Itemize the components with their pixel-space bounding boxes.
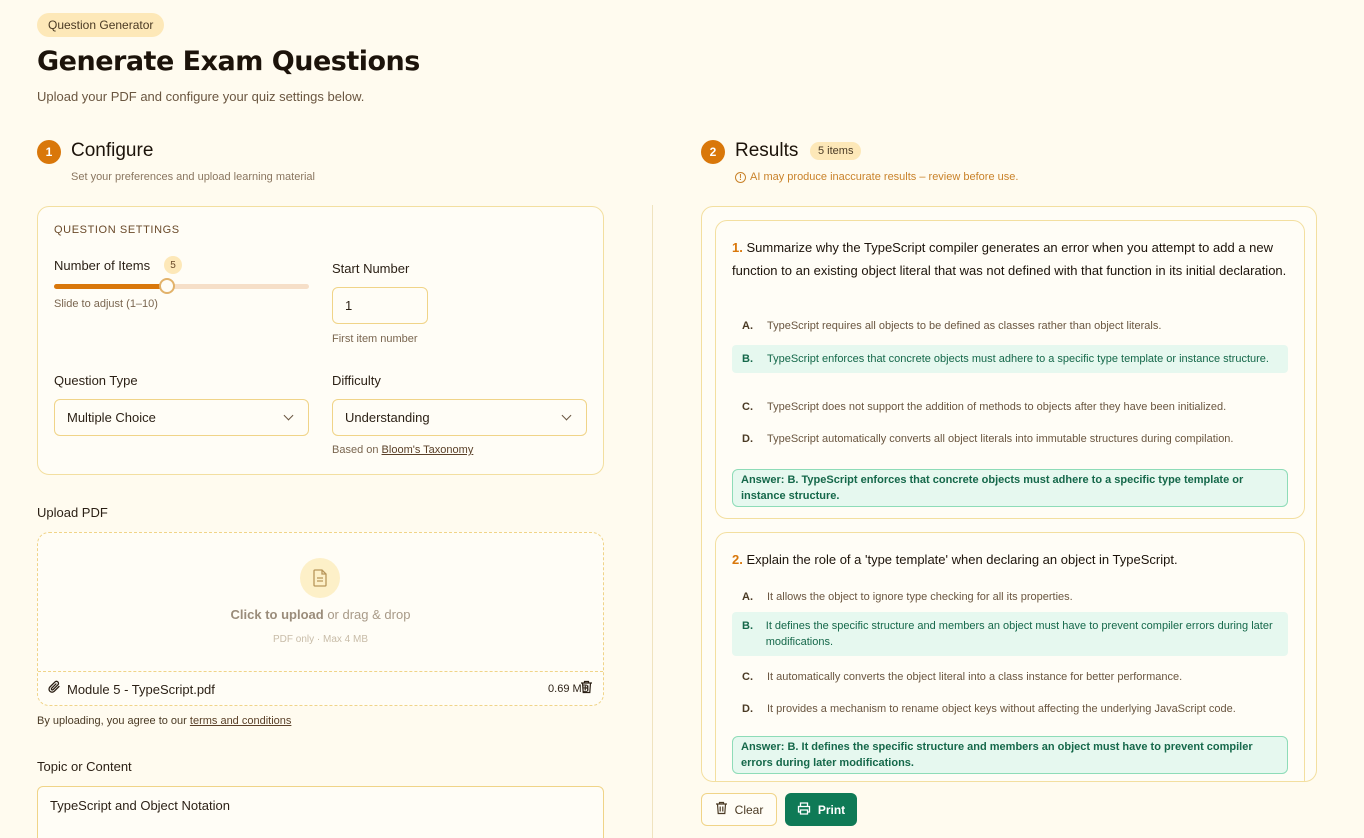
slider-fill: [54, 284, 168, 289]
question-number: 1.: [732, 240, 743, 255]
trash-icon: [715, 801, 728, 818]
ai-warning-text: AI may produce inaccurate results – revi…: [750, 171, 1019, 183]
question-type-label: Question Type: [54, 373, 138, 388]
upload-instructions[interactable]: Click to upload or drag & drop: [38, 607, 603, 622]
start-number-label: Start Number: [332, 261, 410, 276]
clear-label: Clear: [734, 802, 764, 817]
configure-subtitle: Set your preferences and upload learning…: [71, 171, 315, 183]
answer-box: Answer: B. It defines the specific struc…: [732, 736, 1288, 774]
start-number-hint: First item number: [332, 333, 418, 345]
option-text: It defines the specific structure and me…: [765, 620, 1273, 648]
difficulty-label: Difficulty: [332, 373, 381, 388]
option-letter: D.: [742, 433, 753, 445]
option-text: It allows the object to ignore type chec…: [767, 591, 1073, 603]
info-icon: !: [735, 171, 746, 183]
results-count-badge: 5 items: [810, 142, 862, 160]
question-number: 2.: [732, 552, 743, 567]
difficulty-hint: Based on Bloom's Taxonomy: [332, 444, 473, 456]
slider-hint: Slide to adjust (1–10): [54, 298, 158, 310]
click-to-upload-text: Click to upload: [230, 607, 324, 622]
uploaded-file-name: Module 5 - TypeScript.pdf: [67, 681, 215, 697]
page-title: Generate Exam Questions: [37, 46, 420, 77]
slider-thumb[interactable]: [159, 278, 176, 294]
option-a: A. It allows the object to ignore type c…: [732, 583, 1288, 611]
question-settings-card: QUESTION SETTINGS Number of Items 5 Slid…: [37, 206, 604, 475]
question-text: 2. Explain the role of a 'type template'…: [732, 548, 1287, 571]
number-of-items-badge: 5: [164, 256, 182, 274]
step-1-badge: 1: [37, 140, 61, 164]
page-subtitle: Upload your PDF and configure your quiz …: [37, 89, 365, 104]
option-letter: D.: [742, 703, 753, 715]
upload-limits: PDF only · Max 4 MB: [272, 634, 369, 645]
terms-prefix: By uploading, you agree to our: [37, 715, 190, 727]
difficulty-value: Understanding: [345, 410, 430, 425]
question-type-value: Multiple Choice: [67, 410, 156, 425]
question-card: 1. Summarize why the TypeScript compiler…: [715, 220, 1305, 519]
print-label: Print: [817, 802, 846, 817]
question-type-select[interactable]: Multiple Choice: [54, 399, 309, 436]
drag-drop-text: or drag & drop: [323, 607, 411, 622]
difficulty-hint-prefix: Based on: [332, 444, 382, 456]
option-text: TypeScript does not support the addition…: [767, 401, 1227, 413]
trash-icon[interactable]: [580, 680, 593, 699]
terms-notice: By uploading, you agree to our terms and…: [37, 715, 291, 727]
option-c: C. It automatically converts the object …: [732, 663, 1288, 691]
question-body: Summarize why the TypeScript compiler ge…: [732, 240, 1287, 278]
question-body: Explain the role of a 'type template' wh…: [746, 552, 1178, 567]
option-text: It provides a mechanism to rename object…: [767, 703, 1236, 715]
option-d: D. It provides a mechanism to rename obj…: [732, 695, 1288, 723]
results-title: Results: [735, 140, 799, 161]
answer-box: Answer: B. TypeScript enforces that conc…: [732, 469, 1288, 507]
column-divider: [652, 205, 653, 838]
option-text: TypeScript enforces that concrete object…: [767, 353, 1269, 365]
terms-link[interactable]: terms and conditions: [190, 715, 292, 727]
topic-textarea[interactable]: TypeScript and Object Notation: [37, 786, 604, 838]
ai-warning: ! AI may produce inaccurate results – re…: [735, 171, 1018, 183]
option-letter: A.: [742, 320, 753, 332]
topic-label: Topic or Content: [37, 759, 132, 774]
option-letter: C.: [742, 401, 753, 413]
printer-icon: [797, 801, 811, 818]
option-c: C. TypeScript does not support the addit…: [732, 393, 1288, 421]
settings-section-label: QUESTION SETTINGS: [54, 224, 180, 236]
upload-pdf-label: Upload PDF: [37, 505, 108, 520]
number-of-items-label: Number of Items: [54, 258, 151, 273]
option-text: It automatically converts the object lit…: [767, 671, 1183, 683]
option-letter: B.: [742, 353, 753, 365]
option-b-correct: B. It defines the specific structure and…: [732, 612, 1288, 656]
difficulty-select[interactable]: Understanding: [332, 399, 587, 436]
question-card: 2. Explain the role of a 'type template'…: [715, 532, 1305, 781]
step-2-badge: 2: [701, 140, 725, 164]
paperclip-icon: [48, 680, 61, 699]
file-icon: [300, 558, 340, 598]
option-letter: A.: [742, 591, 753, 603]
results-panel[interactable]: 1. Summarize why the TypeScript compiler…: [701, 206, 1317, 782]
chevron-down-icon: [561, 410, 572, 421]
option-a: A. TypeScript requires all objects to be…: [732, 312, 1288, 340]
chevron-down-icon: [283, 410, 294, 421]
option-letter: C.: [742, 671, 753, 683]
blooms-taxonomy-link[interactable]: Bloom's Taxonomy: [382, 444, 474, 456]
print-button[interactable]: Print: [785, 793, 857, 826]
start-number-input[interactable]: 1: [332, 287, 428, 324]
question-text: 1. Summarize why the TypeScript compiler…: [732, 236, 1287, 282]
option-d: D. TypeScript automatically converts all…: [732, 425, 1288, 453]
option-text: TypeScript automatically converts all ob…: [767, 433, 1234, 445]
option-letter: B.: [742, 620, 753, 632]
option-text: TypeScript requires all objects to be de…: [767, 320, 1162, 332]
uploaded-file-row: Module 5 - TypeScript.pdf 0.69 MB: [38, 671, 603, 706]
pdf-dropzone[interactable]: Click to upload or drag & drop PDF only …: [37, 532, 604, 706]
configure-title: Configure: [71, 140, 154, 161]
app-badge: Question Generator: [37, 13, 165, 37]
clear-button[interactable]: Clear: [701, 793, 777, 826]
number-of-items-slider[interactable]: [54, 278, 309, 294]
option-b-correct: B. TypeScript enforces that concrete obj…: [732, 345, 1288, 373]
